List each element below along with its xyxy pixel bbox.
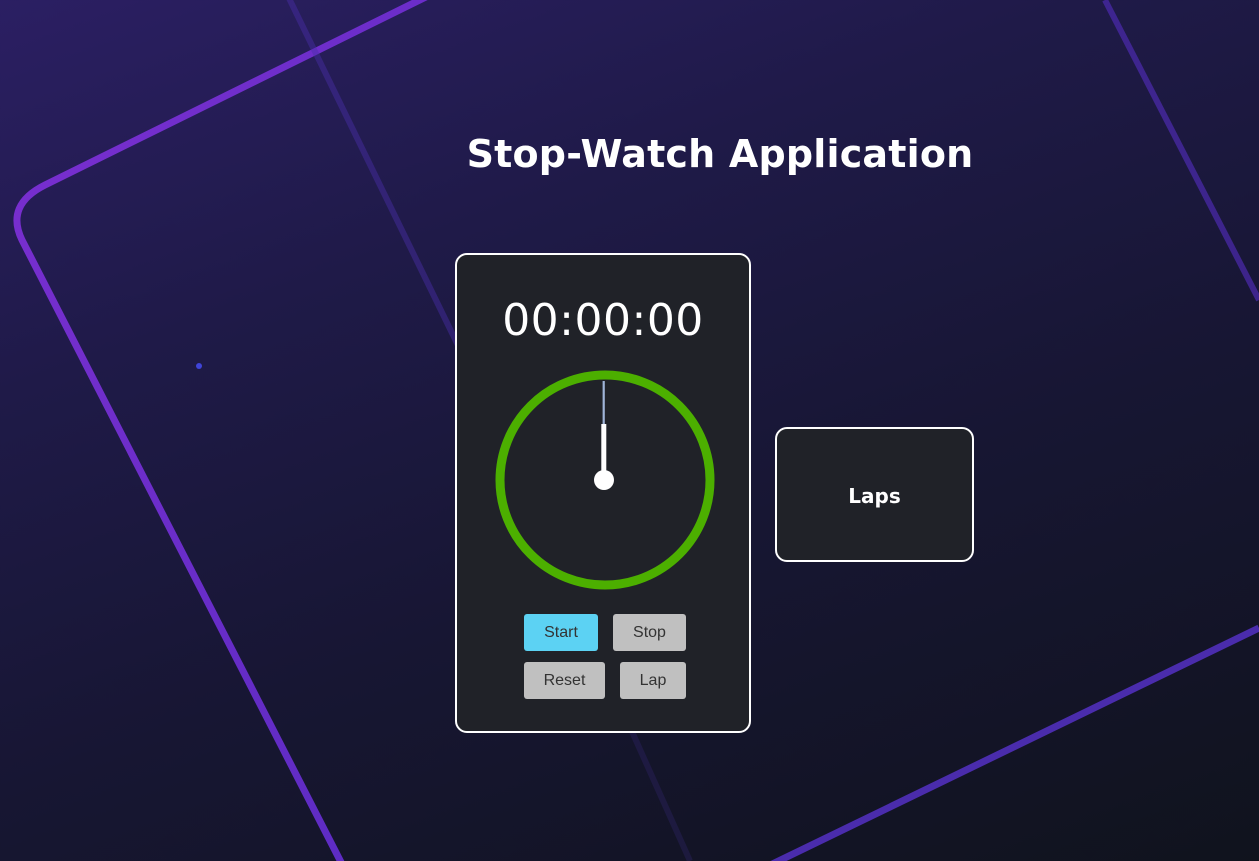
stopwatch-dial bbox=[495, 370, 715, 590]
stop-button[interactable]: Stop bbox=[613, 614, 686, 651]
laps-panel: Laps bbox=[775, 427, 974, 562]
dial-hand-tip bbox=[602, 381, 605, 426]
reset-button[interactable]: Reset bbox=[524, 662, 605, 699]
lap-button[interactable]: Lap bbox=[620, 662, 686, 699]
laps-title: Laps bbox=[848, 484, 901, 508]
stopwatch-card: 00:00:00 Start Stop Reset Lap bbox=[455, 253, 751, 733]
page-title: Stop-Watch Application bbox=[466, 132, 974, 176]
start-button[interactable]: Start bbox=[524, 614, 598, 651]
dial-center bbox=[594, 470, 614, 490]
time-display: 00:00:00 bbox=[502, 295, 704, 346]
